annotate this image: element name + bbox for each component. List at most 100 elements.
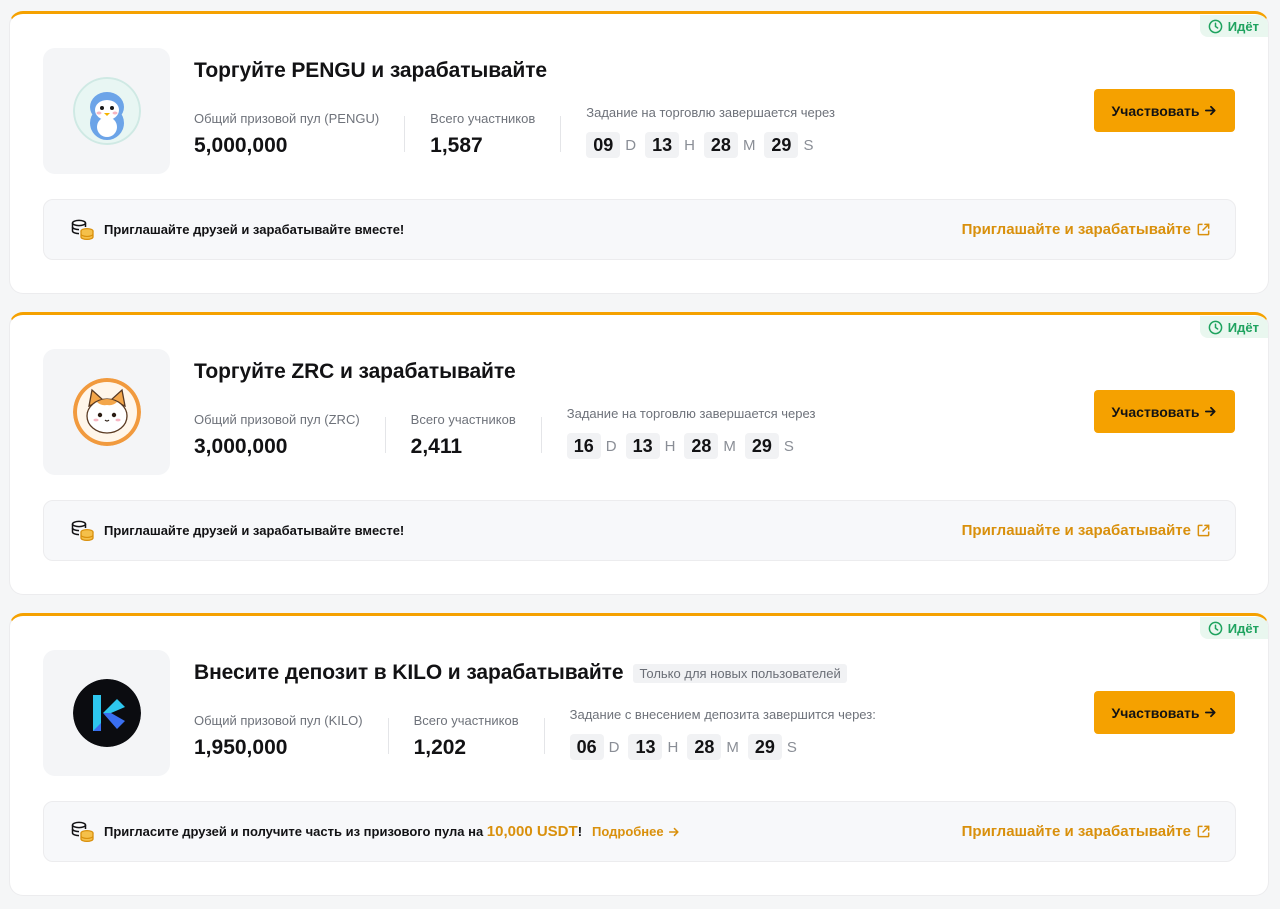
- campaign-title: Торгуйте PENGU и зарабатывайте: [194, 59, 547, 82]
- join-button[interactable]: Участвовать: [1094, 390, 1235, 433]
- status-label: Идёт: [1227, 319, 1259, 335]
- join-button-label: Участвовать: [1111, 403, 1200, 420]
- countdown-seconds: 29: [764, 132, 799, 158]
- invite-banner: Пригласите друзей и получите часть из пр…: [43, 801, 1236, 862]
- more-details-link[interactable]: Подробнее: [592, 824, 680, 839]
- join-button[interactable]: Участвовать: [1094, 89, 1235, 132]
- days-unit: D: [608, 738, 620, 756]
- arrow-right-icon: [1205, 105, 1217, 116]
- invite-text: Пригласите друзей и получите часть из пр…: [104, 823, 582, 840]
- seconds-unit: S: [783, 437, 794, 455]
- status-label: Идёт: [1227, 620, 1259, 636]
- campaign-card: Идёт Внесите депозит в KILO и зарабатыва…: [9, 613, 1269, 896]
- invite-and-earn-link[interactable]: Приглашайте и зарабатывайте: [962, 522, 1211, 539]
- invite-link-label: Приглашайте и зарабатывайте: [961, 221, 1191, 238]
- external-link-icon: [1197, 223, 1210, 236]
- hours-unit: H: [667, 738, 679, 756]
- hours-unit: H: [684, 136, 695, 154]
- divider: [384, 417, 386, 453]
- countdown-minutes: 28: [687, 734, 722, 760]
- join-button-label: Участвовать: [1111, 102, 1200, 119]
- clock-icon: [1208, 320, 1223, 334]
- countdown-timer: 06 D 13 H 28 M 29 S: [569, 734, 876, 760]
- invite-text-suffix: !: [577, 824, 583, 839]
- countdown-days: 09: [586, 132, 621, 158]
- campaign-stats: Общий призовой пул (ZRC) 3,000,000 Всего…: [194, 406, 815, 459]
- campaign-title: Торгуйте ZRC и зарабатывайте: [194, 360, 516, 383]
- prize-pool-value: 3,000,000: [194, 435, 288, 458]
- countdown-block: Задание с внесением депозита завершится …: [569, 707, 876, 760]
- countdown-days: 16: [566, 433, 601, 459]
- participants-label: Всего участников: [410, 412, 516, 427]
- invite-banner: Приглашайте друзей и зарабатывайте вмест…: [43, 199, 1236, 260]
- clock-icon: [1208, 19, 1223, 33]
- arrow-right-icon: [668, 827, 679, 836]
- countdown-hours: 13: [628, 734, 663, 760]
- countdown-timer: 16 D 13 H 28 M 29 S: [566, 433, 816, 459]
- minutes-unit: M: [723, 437, 736, 455]
- arrow-right-icon: [1205, 707, 1217, 718]
- countdown-block: Задание на торговлю завершается через 09…: [586, 105, 835, 158]
- countdown-seconds: 29: [744, 433, 779, 459]
- invite-and-earn-link[interactable]: Приглашайте и зарабатывайте: [962, 221, 1211, 238]
- divider: [560, 116, 562, 152]
- external-link-icon: [1197, 825, 1210, 838]
- minutes-unit: M: [742, 136, 756, 154]
- divider: [540, 417, 542, 453]
- coins-icon: [71, 821, 95, 843]
- countdown-label: Задание с внесением депозита завершится …: [569, 707, 876, 722]
- participants-value: 1,587: [430, 134, 483, 157]
- status-badge: Идёт: [1199, 316, 1268, 338]
- status-label: Идёт: [1227, 18, 1259, 34]
- token-logo-box: [43, 48, 170, 174]
- invite-and-earn-link[interactable]: Приглашайте и зарабатывайте: [962, 823, 1211, 840]
- join-button-label: Участвовать: [1111, 704, 1200, 721]
- campaign-stats: Общий призовой пул (KILO) 1,950,000 Всег…: [194, 707, 876, 760]
- new-users-tag: Только для новых пользователей: [633, 663, 847, 683]
- external-link-icon: [1197, 524, 1210, 537]
- prize-pool-label: Общий призовой пул (KILO): [194, 713, 363, 728]
- participants-value: 1,202: [413, 736, 467, 759]
- invite-text: Приглашайте друзей и зарабатывайте вмест…: [104, 523, 405, 538]
- campaign-card: Идёт Торгуйте ZRC и зарабатывайте Общий …: [9, 312, 1269, 595]
- countdown-minutes: 28: [684, 433, 719, 459]
- prize-pool-label: Общий призовой пул (ZRC): [194, 412, 360, 427]
- campaign-stats: Общий призовой пул (PENGU) 5,000,000 Все…: [194, 105, 835, 158]
- countdown-hours: 13: [645, 132, 680, 158]
- clock-icon: [1208, 621, 1223, 635]
- countdown-hours: 13: [625, 433, 660, 459]
- invite-text-prefix: Пригласите друзей и получите часть из пр…: [104, 824, 487, 839]
- participants-label: Всего участников: [413, 713, 519, 728]
- prize-pool-value: 1,950,000: [194, 736, 288, 759]
- divider: [543, 718, 545, 754]
- join-button[interactable]: Участвовать: [1094, 691, 1235, 734]
- more-link-label: Подробнее: [592, 824, 664, 839]
- token-logo-box: [43, 349, 170, 475]
- status-badge: Идёт: [1199, 15, 1268, 37]
- seconds-unit: S: [786, 738, 797, 756]
- prize-pool-value: 5,000,000: [194, 134, 288, 157]
- minutes-unit: M: [726, 738, 739, 756]
- invite-link-label: Приглашайте и зарабатывайте: [961, 522, 1191, 539]
- days-unit: D: [605, 437, 617, 455]
- participants-label: Всего участников: [430, 111, 536, 126]
- coins-icon: [71, 219, 95, 241]
- divider: [404, 116, 406, 152]
- coins-icon: [71, 520, 95, 542]
- zrc-cat-icon: [72, 378, 141, 446]
- countdown-days: 06: [569, 734, 604, 760]
- divider: [387, 718, 389, 754]
- pengu-penguin-icon: [72, 77, 141, 145]
- prize-pool-label: Общий призовой пул (PENGU): [194, 111, 380, 126]
- prize-highlight: 10,000 USDT: [486, 823, 578, 840]
- campaign-card: Идёт Торгуйте PENGU и зарабатывайте Общи…: [9, 11, 1269, 294]
- countdown-timer: 09 D 13 H 28 M 29 S: [586, 132, 835, 158]
- campaign-title: Внесите депозит в KILO и зарабатывайте: [194, 661, 624, 684]
- countdown-seconds: 29: [747, 734, 782, 760]
- countdown-block: Задание на торговлю завершается через 16…: [566, 406, 816, 459]
- countdown-label: Задание на торговлю завершается через: [566, 406, 816, 421]
- invite-link-label: Приглашайте и зарабатывайте: [961, 823, 1191, 840]
- days-unit: D: [625, 136, 637, 154]
- kilo-k-icon: [72, 679, 141, 747]
- token-logo-box: [43, 650, 170, 776]
